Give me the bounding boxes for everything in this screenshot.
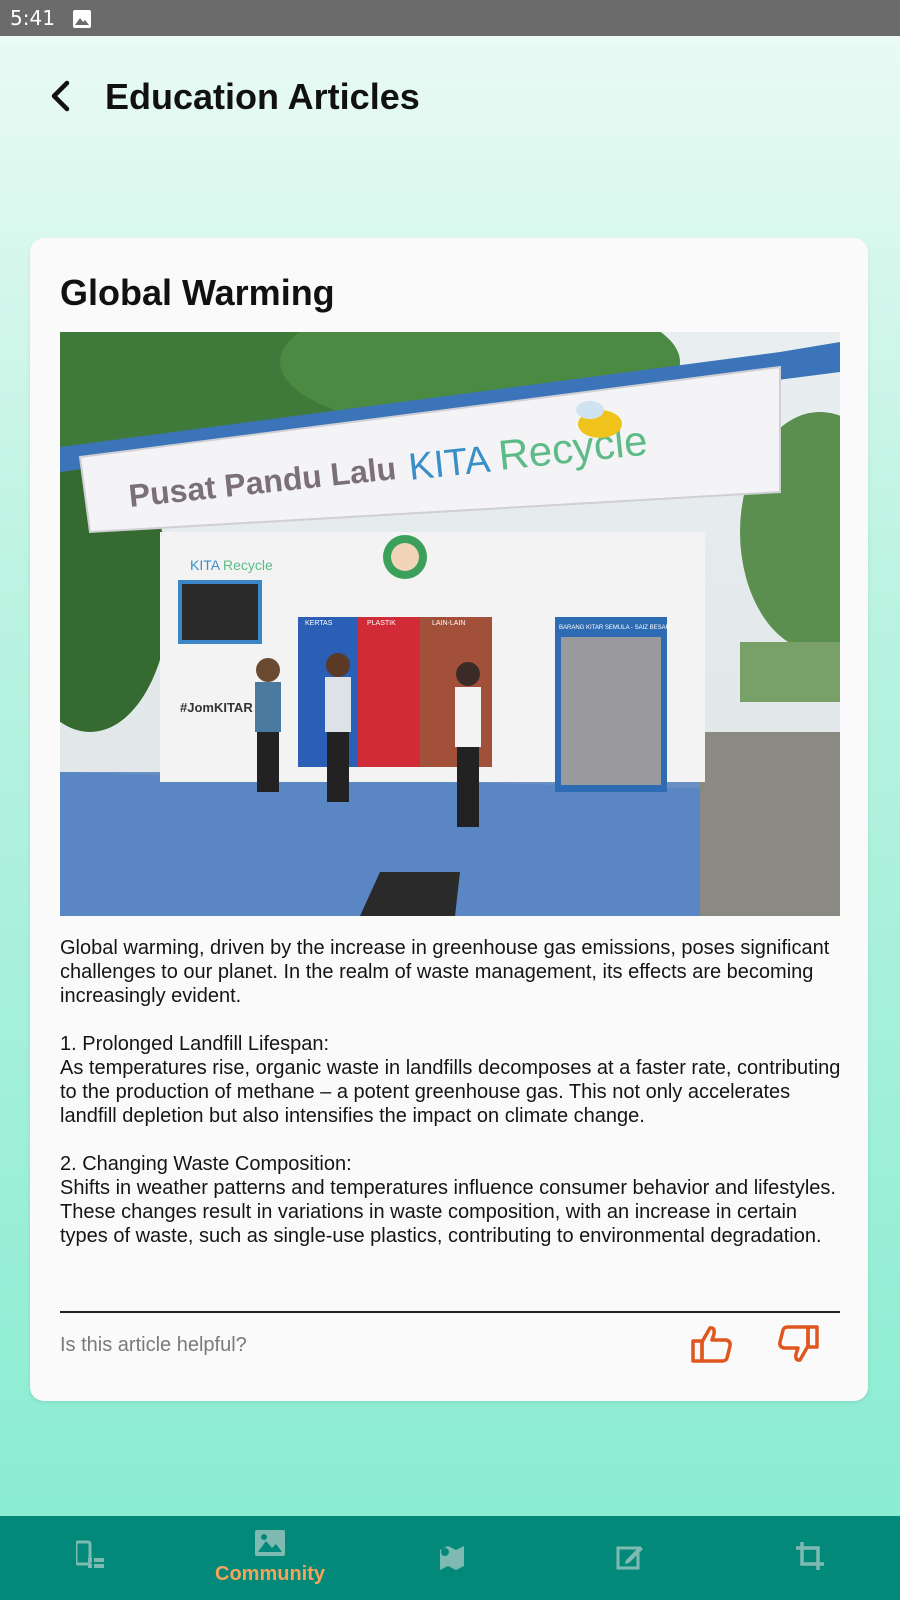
article-card: Global Warming Pusat Pandu Lalu KITA Rec… [30,238,868,1401]
image-icon [255,1530,285,1561]
divider [60,1311,840,1313]
hashtag-text: #JomKITAR [180,700,253,715]
thumbs-up-icon[interactable] [690,1322,734,1366]
thumbs-down-icon[interactable] [776,1322,820,1366]
app-bar: Education Articles [0,36,900,158]
small-brand-a: KITA [190,557,221,573]
bottom-nav: Community [0,1516,900,1600]
small-brand-b: Recycle [223,557,273,573]
nav-item-edit[interactable] [540,1516,720,1600]
status-time: 5:41 [10,6,55,30]
crop-icon [796,1541,824,1575]
status-bar: 5:41 [0,0,900,36]
nav-item-map[interactable] [360,1516,540,1600]
page-title: Education Articles [105,76,420,117]
back-arrow-icon[interactable] [38,74,82,118]
bin-label-3: LAIN-LAIN [432,620,465,627]
article-title: Global Warming [60,272,335,313]
edit-icon [616,1542,644,1575]
nav-label-community: Community [215,1563,325,1585]
sign-brand-a: KITA [407,439,493,489]
bin-label-2: PLASTIK [367,620,396,627]
image-icon [72,9,91,28]
feedback-question: Is this article helpful? [60,1334,247,1356]
article-image: Pusat Pandu Lalu KITA Recycle KITA Recyc… [60,332,840,916]
nav-item-crop[interactable] [720,1516,900,1600]
bin-door-label: BARANG KITAR SEMULA - SAIZ BESAR [559,625,671,631]
map-pin-icon [436,1542,464,1575]
checklist-icon [74,1540,104,1577]
bin-label-1: KERTAS [305,620,333,627]
nav-item-community[interactable]: Community [180,1516,360,1600]
nav-item-checklist[interactable] [0,1516,180,1600]
article-body: Global warming, driven by the increase i… [60,937,841,1247]
